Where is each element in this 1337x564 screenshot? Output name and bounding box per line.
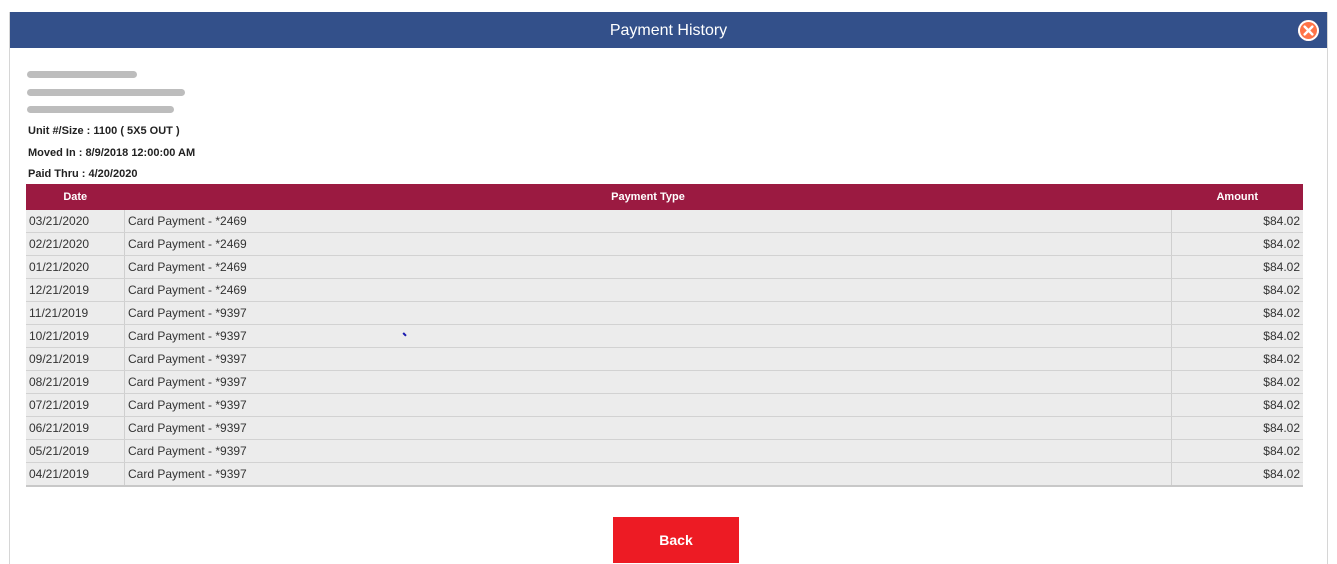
cell-date: 09/21/2019 [26,347,125,371]
close-icon[interactable] [1298,20,1319,41]
cell-amount: $84.02 [1171,347,1303,371]
cell-date: 01/21/2020 [26,255,125,279]
cell-amount: $84.02 [1171,416,1303,440]
table-row: 02/21/2020 Card Payment - *2469 $84.02 [26,232,1303,256]
paid-thru-text: Paid Thru : 4/20/2020 [28,168,138,180]
table-row: 11/21/2019 Card Payment - *9397 $84.02 [26,301,1303,325]
table-row: 04/21/2019 Card Payment - *9397 $84.02 [26,462,1303,487]
cell-date: 05/21/2019 [26,439,125,463]
table-row: 07/21/2019 Card Payment - *9397 $84.02 [26,393,1303,417]
dialog-title: Payment History [609,22,728,39]
redacted-address-line-1 [27,89,185,96]
cell-date: 10/21/2019 [26,324,125,348]
unit-size-text: Unit #/Size : 1100 ( 5X5 OUT ) [28,125,180,137]
cell-payment-type: Card Payment - *2469 [124,232,1172,256]
cell-payment-type: Card Payment - *2469 [124,210,1172,233]
redacted-customer-name [27,71,137,78]
moved-in-text: Moved In : 8/9/2018 12:00:00 AM [28,147,196,159]
cell-date: 06/21/2019 [26,416,125,440]
cell-amount: $84.02 [1171,324,1303,348]
table-row: 06/21/2019 Card Payment - *9397 $84.02 [26,416,1303,440]
table-row: 01/21/2020 Card Payment - *2469 $84.02 [26,255,1303,279]
cell-amount: $84.02 [1171,301,1303,325]
cell-payment-type: Card Payment - *9397 [124,370,1172,394]
table-row: 05/21/2019 Card Payment - *9397 $84.02 [26,439,1303,463]
cell-payment-type: Card Payment - *9397 [124,393,1172,417]
payment-history-table: Date Payment Type Amount 03/21/2020 Card… [26,184,1303,487]
table-header-row: Date Payment Type Amount [26,184,1303,210]
header-date: Date [26,184,125,210]
redacted-address-line-2 [27,106,174,113]
cell-amount: $84.02 [1171,370,1303,394]
cell-payment-type: Card Payment - *9397 [124,301,1172,325]
cell-payment-type: Card Payment - *9397 [124,324,1172,348]
back-button[interactable]: Back [613,517,739,563]
cell-date: 04/21/2019 [26,462,125,487]
cell-date: 12/21/2019 [26,278,125,302]
table-row: 08/21/2019 Card Payment - *9397 $84.02 [26,370,1303,394]
cell-date: 07/21/2019 [26,393,125,417]
cell-payment-type: Card Payment - *9397 [124,439,1172,463]
cell-amount: $84.02 [1171,232,1303,256]
table-row: 10/21/2019 Card Payment - *9397 $84.02 [26,324,1303,348]
cell-date: 11/21/2019 [26,301,125,325]
cell-amount: $84.02 [1171,210,1303,233]
cell-payment-type: Card Payment - *9397 [124,416,1172,440]
table-row: 09/21/2019 Card Payment - *9397 $84.02 [26,347,1303,371]
cell-amount: $84.02 [1171,439,1303,463]
cell-date: 08/21/2019 [26,370,125,394]
cell-payment-type: Card Payment - *2469 [124,278,1172,302]
table-row: 03/21/2020 Card Payment - *2469 $84.02 [26,210,1303,233]
header-payment-type: Payment Type [124,184,1172,210]
cell-amount: $84.02 [1171,255,1303,279]
cell-amount: $84.02 [1171,462,1303,487]
cell-payment-type: Card Payment - *9397 [124,347,1172,371]
cell-payment-type: Card Payment - *2469 [124,255,1172,279]
cell-payment-type: Card Payment - *9397 [124,462,1172,487]
cell-amount: $84.02 [1171,278,1303,302]
cell-date: 03/21/2020 [26,210,125,233]
cell-date: 02/21/2020 [26,232,125,256]
cell-amount: $84.02 [1171,393,1303,417]
table-row: 12/21/2019 Card Payment - *2469 $84.02 [26,278,1303,302]
dialog-titlebar: Payment History [10,12,1327,48]
payment-history-dialog: Payment History Unit #/Size : 1100 ( 5X5… [9,12,1328,564]
header-amount: Amount [1171,184,1303,210]
